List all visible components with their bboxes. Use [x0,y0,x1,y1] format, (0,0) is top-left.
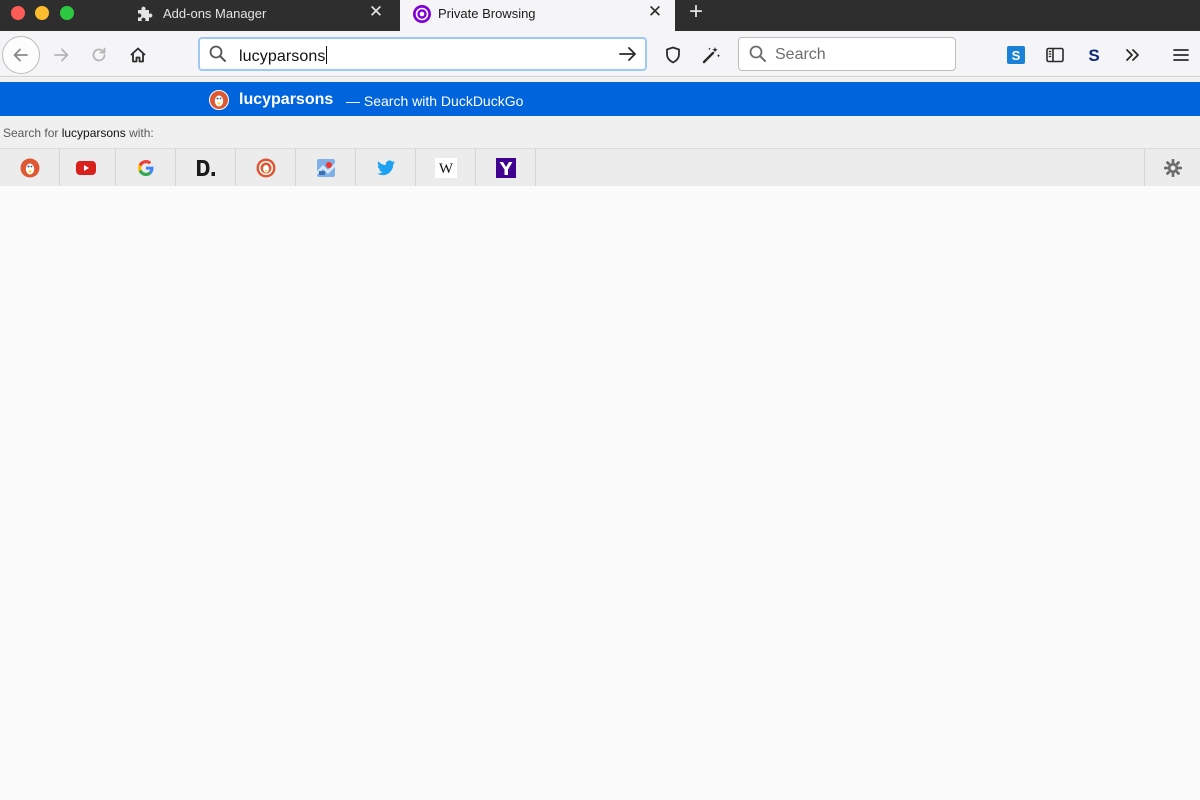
navigation-toolbar: lucyparsons S S [0,31,1200,77]
search-icon [208,44,228,69]
tracking-protection-button[interactable] [655,37,691,73]
tab-label: Private Browsing [438,6,536,21]
wikipedia-icon: W [434,158,457,178]
close-tab-icon[interactable]: ✕ [647,3,663,20]
forward-button[interactable] [43,37,79,73]
svg-text:S: S [1012,48,1021,63]
yahoo-icon [495,158,516,178]
google-icon [137,160,153,176]
duckduckgo-alt-icon [256,158,275,178]
forward-arrow-icon [54,48,69,62]
back-button[interactable] [2,36,40,74]
engine-wikipedia-button[interactable]: W [416,149,476,187]
home-button[interactable] [120,37,156,73]
duckduckgo-icon [209,90,229,115]
window-close-button[interactable] [11,6,25,20]
one-off-search-engines: W [0,148,1200,187]
dictionary-icon [196,160,215,176]
engine-twitter-button[interactable] [356,149,416,187]
go-arrow-icon[interactable] [617,44,639,69]
s-extension-button[interactable]: S [1076,37,1112,73]
tab-add-ons-manager[interactable]: Add-ons Manager ✕ [124,0,396,27]
url-input[interactable]: lucyparsons [239,46,328,66]
engine-map-button[interactable] [296,149,356,187]
back-arrow-icon [13,48,28,62]
window-minimize-button[interactable] [35,6,49,20]
puzzle-piece-icon [136,5,154,23]
search-suggestion-row[interactable]: lucyparsons — Search with DuckDuckGo [0,82,1200,116]
close-tab-icon[interactable]: ✕ [368,3,384,20]
overflow-menu-button[interactable] [1115,37,1151,73]
youtube-icon [75,161,96,175]
duckduckgo-icon [20,158,39,178]
engine-yahoo-button[interactable] [476,149,536,187]
suggestion-term: lucyparsons [239,91,334,108]
text-caret [326,46,328,64]
private-browsing-icon [412,4,431,23]
new-tab-plus-icon[interactable]: + [684,0,708,25]
search-bar[interactable] [738,37,956,71]
suggestion-description: — Search with DuckDuckGo [346,93,524,109]
hamburger-menu-icon [1173,49,1189,61]
skype-extension-button[interactable]: S [998,37,1034,73]
search-for-label: Search for lucyparsons with: [3,126,154,140]
search-settings-button[interactable] [1144,149,1200,187]
engine-duckduckgo-button[interactable] [0,149,60,187]
url-autocomplete-popup: lucyparsons — Search with DuckDuckGo Sea… [0,78,1200,187]
url-bar[interactable]: lucyparsons [198,37,647,71]
skype-icon: S [1007,46,1025,64]
engine-duckduckgo-alt-button[interactable] [236,149,296,187]
svg-text:W: W [438,161,453,177]
tab-private-browsing[interactable]: Private Browsing ✕ [400,0,675,31]
reload-button[interactable] [81,37,117,73]
engine-dictionary-button[interactable] [176,149,236,187]
page-content [0,186,1200,800]
magic-wand-icon [702,47,721,64]
main-menu-button[interactable] [1163,37,1199,73]
home-icon [130,47,146,63]
search-input[interactable] [775,45,945,65]
engine-youtube-button[interactable] [56,149,116,187]
sidebars-button[interactable] [1037,37,1073,73]
window-maximize-button[interactable] [60,6,74,20]
gear-icon [1163,159,1182,177]
twitter-icon [376,160,395,176]
search-icon [748,44,768,69]
svg-text:S: S [1088,46,1099,65]
tab-bar: Add-ons Manager ✕ Private Browsing ✕ + [0,0,1200,31]
reload-icon [92,47,106,62]
sidebar-icon [1046,47,1064,63]
magic-wand-extension-button[interactable] [693,37,729,73]
map-icon [316,159,335,177]
shield-icon [666,46,680,64]
tab-label: Add-ons Manager [163,6,267,21]
s-logo-icon: S [1088,46,1099,65]
engine-google-button[interactable] [116,149,176,187]
double-chevron-icon [1126,49,1139,61]
search-for-term: lucyparsons [61,126,126,140]
